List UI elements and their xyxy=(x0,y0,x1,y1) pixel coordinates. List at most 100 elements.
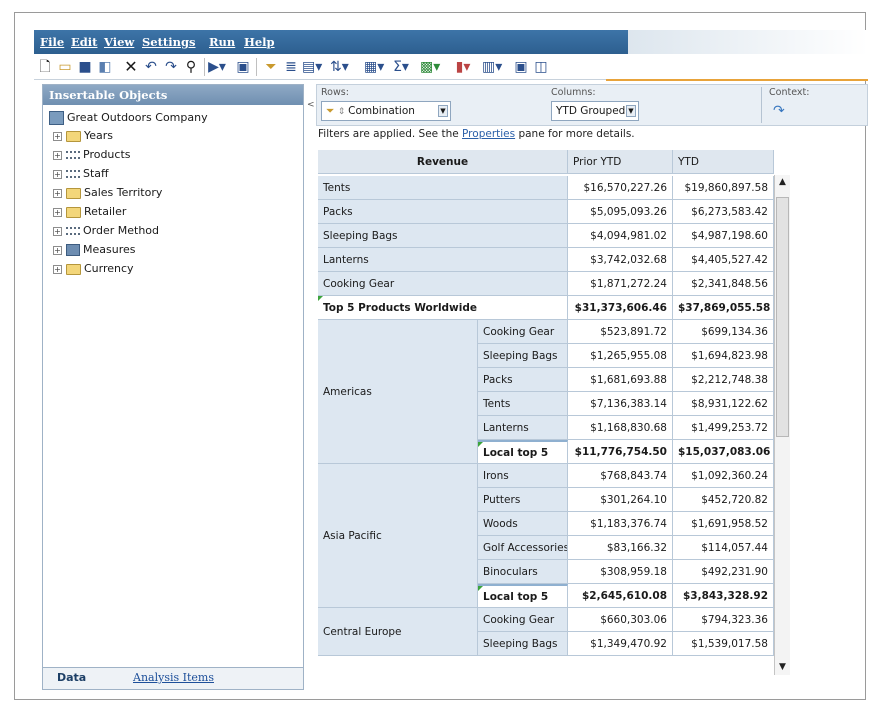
tree-item[interactable]: + Retailer xyxy=(53,203,126,221)
summary-cell[interactable]: $11,776,754.50 xyxy=(568,440,673,464)
tree-item[interactable]: + Products xyxy=(53,146,131,164)
summarize-icon[interactable]: Σ▾ xyxy=(392,58,410,76)
table-cell[interactable]: $83,166.32 xyxy=(568,536,673,560)
run-icon[interactable]: ▶▾ xyxy=(208,58,226,76)
row-header[interactable]: Sleeping Bags xyxy=(478,344,568,368)
tab-analysis-items[interactable]: Analysis Items xyxy=(133,671,214,684)
summary-row-header[interactable]: Local top 5 xyxy=(478,440,568,464)
table-cell[interactable]: $1,265,955.08 xyxy=(568,344,673,368)
tree-item[interactable]: + Measures xyxy=(53,241,135,259)
table-cell[interactable]: $1,691,958.52 xyxy=(673,512,774,536)
tree-item[interactable]: + Years xyxy=(53,127,113,145)
columns-dropdown[interactable]: YTD Grouped ▼ xyxy=(551,101,639,121)
suppress-icon[interactable]: ≣ xyxy=(282,58,300,76)
row-header[interactable]: Cooking Gear xyxy=(478,320,568,344)
group-header[interactable]: Americas xyxy=(318,320,478,464)
row-header[interactable]: Woods xyxy=(478,512,568,536)
menu-file[interactable]: File xyxy=(40,35,64,49)
expand-icon[interactable]: + xyxy=(53,207,62,217)
table-cell[interactable]: $523,891.72 xyxy=(568,320,673,344)
table-cell[interactable]: $7,136,383.14 xyxy=(568,392,673,416)
scroll-up-icon[interactable]: ▲ xyxy=(775,175,790,190)
table-cell[interactable]: $1,694,823.98 xyxy=(673,344,774,368)
insert-chart-icon[interactable]: ▩▾ xyxy=(420,58,440,76)
tree-item[interactable]: + Staff xyxy=(53,165,109,183)
summary-cell[interactable]: $37,869,055.58 xyxy=(673,296,774,320)
new-icon[interactable]: 🗋 xyxy=(36,58,54,76)
menu-settings[interactable]: Settings xyxy=(142,35,196,49)
table-cell[interactable]: $3,742,032.68 xyxy=(568,248,673,272)
table-cell[interactable]: $1,349,470.92 xyxy=(568,632,673,656)
table-cell[interactable]: $2,212,748.38 xyxy=(673,368,774,392)
table-cell[interactable]: $768,843.74 xyxy=(568,464,673,488)
tree-item[interactable]: + Sales Territory xyxy=(53,184,162,202)
summary-cell[interactable]: $3,843,328.92 xyxy=(673,584,774,608)
save-icon[interactable]: ■ xyxy=(76,58,94,76)
table-cell[interactable]: $1,871,272.24 xyxy=(568,272,673,296)
table-cell[interactable]: $301,264.10 xyxy=(568,488,673,512)
scroll-down-icon[interactable]: ▼ xyxy=(775,660,790,675)
menu-edit[interactable]: Edit xyxy=(71,35,98,49)
insert-member-icon[interactable]: ◫ xyxy=(532,58,550,76)
row-header[interactable]: Binoculars xyxy=(478,560,568,584)
row-header[interactable]: Tents xyxy=(318,176,568,200)
tab-data[interactable]: Data xyxy=(57,671,86,684)
table-cell[interactable]: $660,303.06 xyxy=(568,608,673,632)
menu-view[interactable]: View xyxy=(104,35,134,49)
table-cell[interactable]: $1,539,017.58 xyxy=(673,632,774,656)
group-header[interactable]: Asia Pacific xyxy=(318,464,478,608)
row-header[interactable]: Irons xyxy=(478,464,568,488)
scroll-thumb[interactable] xyxy=(776,197,789,437)
table-cell[interactable]: $4,094,981.02 xyxy=(568,224,673,248)
display-icon[interactable]: ▥▾ xyxy=(482,58,502,76)
table-cell[interactable]: $699,134.36 xyxy=(673,320,774,344)
explore-icon[interactable]: ▤▾ xyxy=(302,58,322,76)
menu-help[interactable]: Help xyxy=(244,35,275,49)
group-header[interactable]: Central Europe xyxy=(318,608,478,656)
collapse-left-icon[interactable]: < xyxy=(307,100,315,110)
measure-header[interactable]: Revenue xyxy=(318,150,568,174)
tree-item[interactable]: + Currency xyxy=(53,260,134,278)
table-cell[interactable]: $19,860,897.58 xyxy=(673,176,774,200)
table-cell[interactable]: $1,183,376.74 xyxy=(568,512,673,536)
delete-icon[interactable]: ✕ xyxy=(122,58,140,76)
row-header[interactable]: Packs xyxy=(478,368,568,392)
expand-icon[interactable]: + xyxy=(53,264,62,274)
chart-icon[interactable]: ▮▾ xyxy=(454,58,472,76)
summary-cell[interactable]: $15,037,083.06 xyxy=(673,440,774,464)
summary-row-header[interactable]: Top 5 Products Worldwide xyxy=(318,296,568,320)
table-cell[interactable]: $308,959.18 xyxy=(568,560,673,584)
chevron-down-icon[interactable]: ▼ xyxy=(626,105,636,117)
tree-root[interactable]: Great Outdoors Company xyxy=(49,109,208,127)
expand-icon[interactable]: + xyxy=(53,150,62,160)
column-header[interactable]: Prior YTD xyxy=(568,150,673,174)
table-cell[interactable]: $794,323.36 xyxy=(673,608,774,632)
row-header[interactable]: Tents xyxy=(478,392,568,416)
summary-row-header[interactable]: Local top 5 xyxy=(478,584,568,608)
table-cell[interactable]: $1,092,360.24 xyxy=(673,464,774,488)
redo-icon[interactable]: ↷ xyxy=(162,58,180,76)
vertical-scrollbar[interactable]: ▲ ▼ xyxy=(774,175,790,675)
sort-icon[interactable]: ⇅▾ xyxy=(330,58,349,76)
row-header[interactable]: Lanterns xyxy=(318,248,568,272)
properties-link[interactable]: Properties xyxy=(462,128,515,140)
summary-cell[interactable]: $31,373,606.46 xyxy=(568,296,673,320)
find-icon[interactable]: ⚲ xyxy=(182,58,200,76)
table-cell[interactable]: $2,341,848.56 xyxy=(673,272,774,296)
context-arrow-icon[interactable]: ↷ xyxy=(773,103,785,119)
row-header[interactable]: Sleeping Bags xyxy=(478,632,568,656)
expand-icon[interactable]: + xyxy=(53,226,62,236)
open-icon[interactable]: ▭ xyxy=(56,58,74,76)
rows-dropdown[interactable]: ⏷ ⇕ Combination ▼ xyxy=(321,101,451,121)
table-cell[interactable]: $1,499,253.72 xyxy=(673,416,774,440)
row-header[interactable]: Cooking Gear xyxy=(478,608,568,632)
table-cell[interactable]: $1,681,693.88 xyxy=(568,368,673,392)
table-cell[interactable]: $452,720.82 xyxy=(673,488,774,512)
table-cell[interactable]: $16,570,227.26 xyxy=(568,176,673,200)
expand-icon[interactable]: + xyxy=(53,169,62,179)
expand-icon[interactable]: + xyxy=(53,188,62,198)
table-cell[interactable]: $4,405,527.42 xyxy=(673,248,774,272)
row-header[interactable]: Golf Accessories xyxy=(478,536,568,560)
column-header[interactable]: YTD xyxy=(673,150,774,174)
undo-icon[interactable]: ↶ xyxy=(142,58,160,76)
